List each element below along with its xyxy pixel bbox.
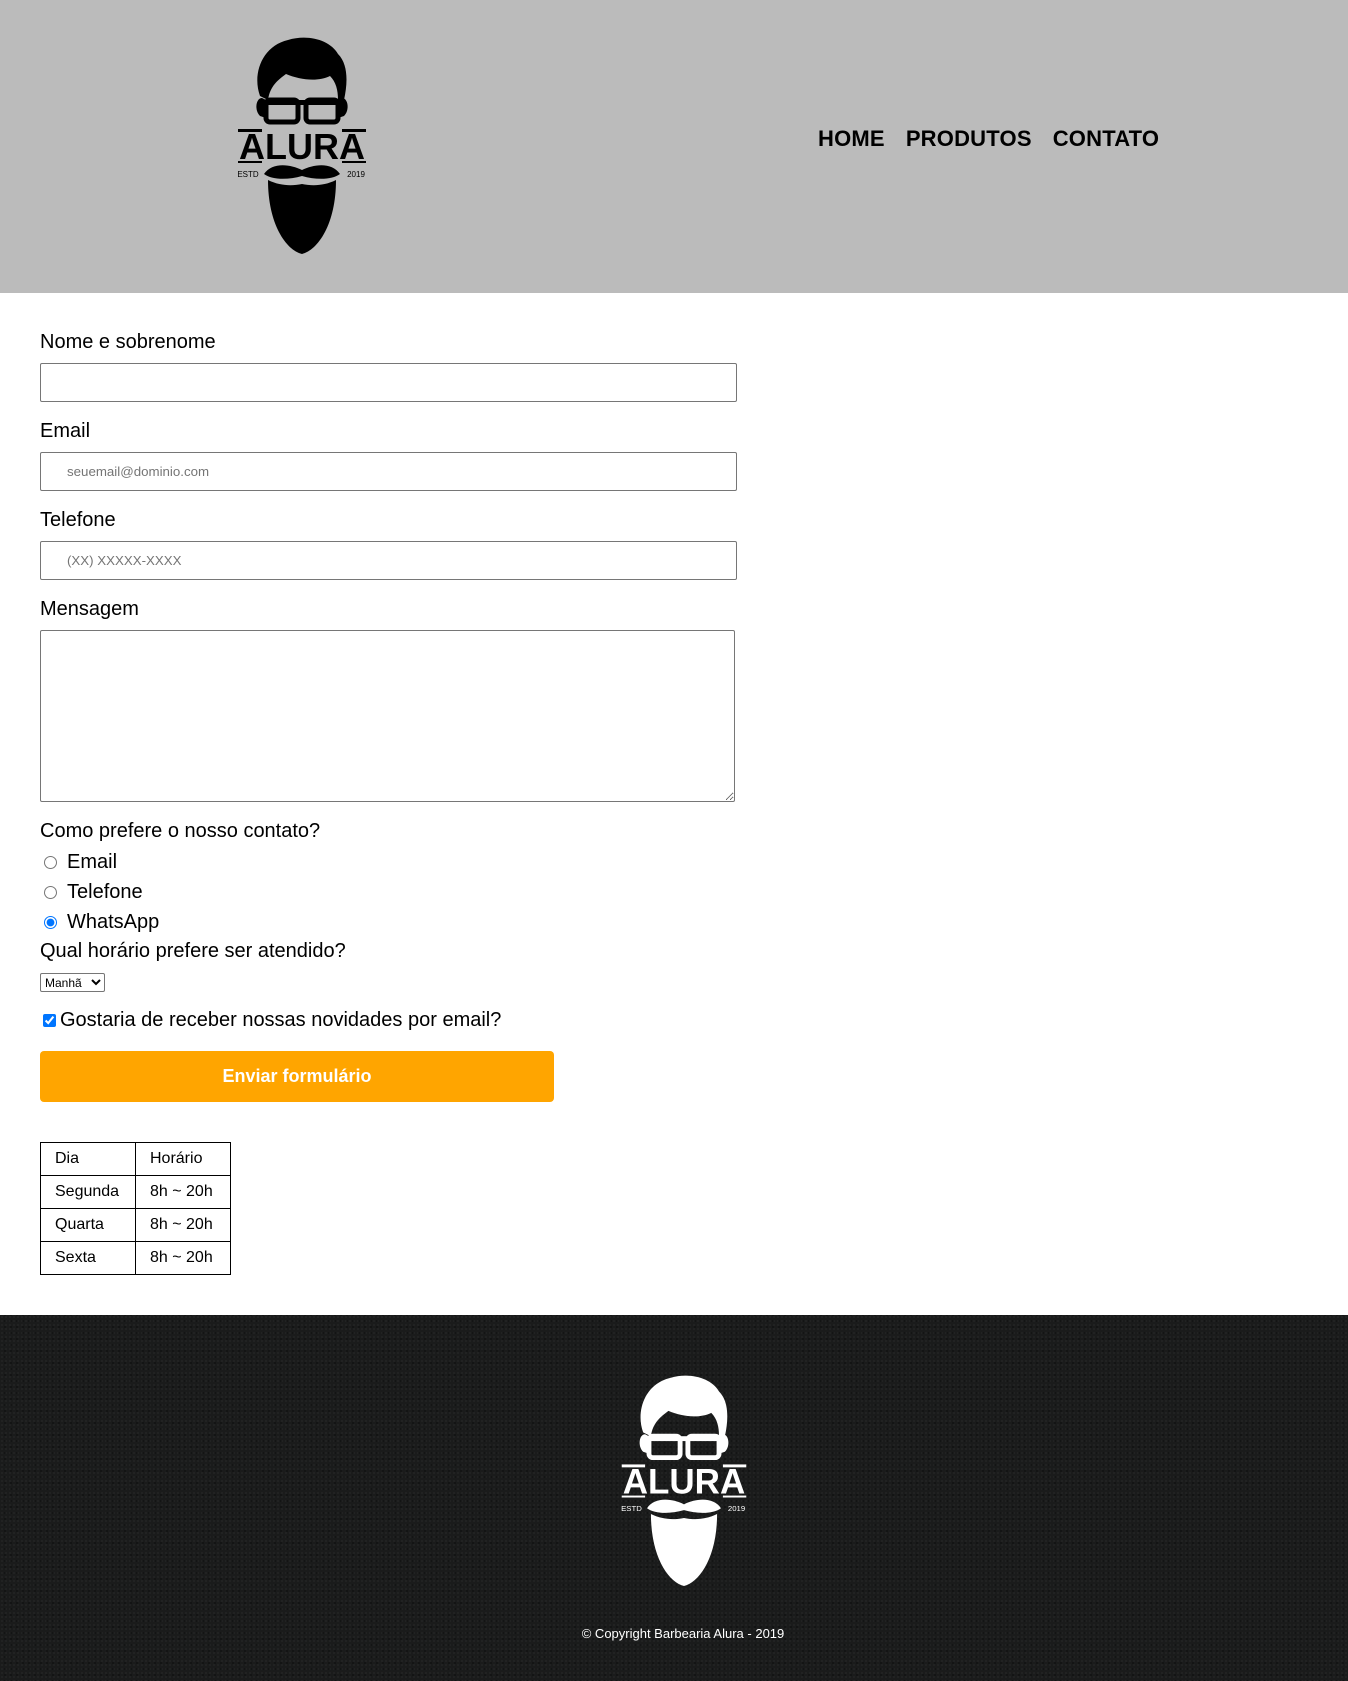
copyright-text: © Copyright Barbearia Alura - 2019 <box>581 1626 785 1641</box>
table-header-cell: Horário <box>135 1142 231 1176</box>
logo-brand-text: ALURA <box>239 126 365 167</box>
contact-radio-whatsapp[interactable] <box>44 916 57 929</box>
phone-input[interactable] <box>40 541 737 580</box>
contact-radio-email[interactable] <box>44 856 57 869</box>
nav-home-link[interactable]: HOME <box>818 126 885 152</box>
newsletter-checkbox[interactable] <box>43 1014 56 1027</box>
svg-text:ESTD: ESTD <box>238 170 259 179</box>
svg-text:2019: 2019 <box>347 170 365 179</box>
contact-option-label: Telefone <box>67 881 143 903</box>
svg-text:ESTD: ESTD <box>621 1504 642 1513</box>
table-cell: Sexta <box>40 1241 136 1275</box>
newsletter-option[interactable]: Gostaria de receber nossas novidades por… <box>43 1009 501 1032</box>
phone-label: Telefone <box>40 509 116 531</box>
table-row: Segunda 8h ~ 20h <box>40 1175 231 1209</box>
main-nav: HOME PRODUTOS CONTATO <box>818 126 1159 152</box>
email-input[interactable] <box>40 452 737 491</box>
table-cell: 8h ~ 20h <box>135 1208 231 1242</box>
table-cell: 8h ~ 20h <box>135 1241 231 1275</box>
message-textarea[interactable] <box>40 630 735 802</box>
table-header-cell: Dia <box>40 1142 136 1176</box>
table-cell: 8h ~ 20h <box>135 1175 231 1209</box>
site-header: ALURA ESTD 2019 HOME PRODUTOS CONTATO <box>0 0 1348 293</box>
contact-option-telefone[interactable]: Telefone <box>44 881 143 904</box>
table-header-row: Dia Horário <box>40 1142 231 1176</box>
name-input[interactable] <box>40 363 737 402</box>
contact-option-label: WhatsApp <box>67 911 160 933</box>
svg-text:2019: 2019 <box>728 1504 745 1513</box>
footer-alura-logo: ALURA ESTD 2019 <box>621 1375 747 1587</box>
contact-question: Como prefere o nosso contato? <box>40 820 321 842</box>
submit-button[interactable]: Enviar formulário <box>40 1051 554 1102</box>
email-label: Email <box>40 420 91 442</box>
table-row: Sexta 8h ~ 20h <box>40 1241 231 1275</box>
alura-logo[interactable]: ALURA ESTD 2019 <box>238 34 366 256</box>
time-select[interactable]: Manhã <box>40 973 105 992</box>
nav-contato-link[interactable]: CONTATO <box>1053 126 1160 152</box>
contact-radio-telefone[interactable] <box>44 886 57 899</box>
contact-option-email[interactable]: Email <box>44 851 117 874</box>
contact-option-whatsapp[interactable]: WhatsApp <box>44 911 159 934</box>
footer-logo-brand-text: ALURA <box>623 1463 746 1502</box>
message-label: Mensagem <box>40 598 139 620</box>
name-label: Nome e sobrenome <box>40 331 216 353</box>
nav-produtos-link[interactable]: PRODUTOS <box>906 126 1032 152</box>
hours-table: Dia Horário Segunda 8h ~ 20h Quarta 8h ~… <box>40 1142 231 1275</box>
table-cell: Quarta <box>40 1208 136 1242</box>
table-row: Quarta 8h ~ 20h <box>40 1208 231 1242</box>
contact-option-label: Email <box>67 851 118 873</box>
table-cell: Segunda <box>40 1175 136 1209</box>
newsletter-label: Gostaria de receber nossas novidades por… <box>60 1009 502 1031</box>
time-question: Qual horário prefere ser atendido? <box>40 940 346 962</box>
